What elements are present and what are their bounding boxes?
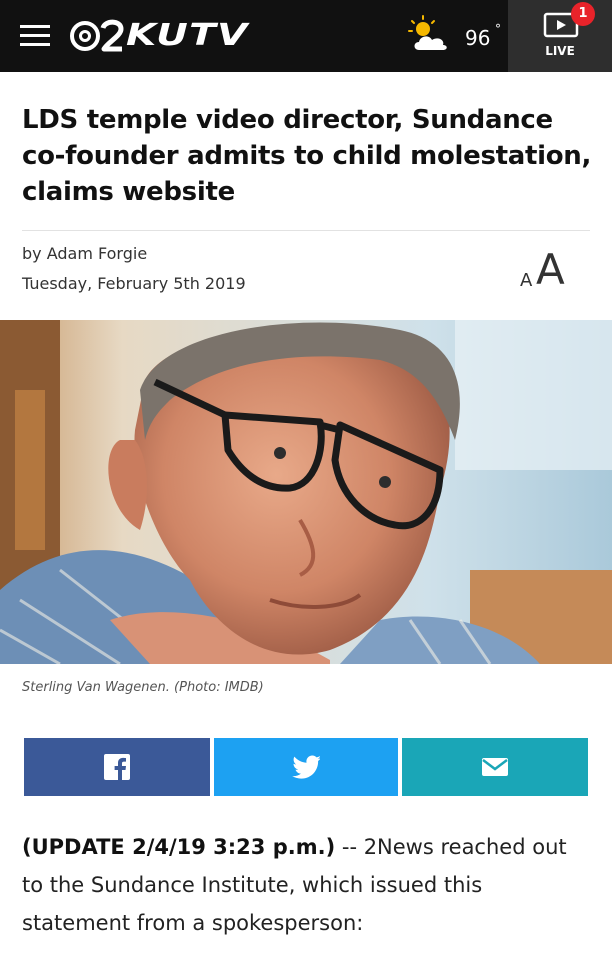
article-byline[interactable]: by Adam Forgie <box>22 244 147 263</box>
twitter-icon <box>292 755 320 779</box>
notification-badge: 1 <box>571 2 595 26</box>
update-label: (UPDATE 2/4/19 3:23 p.m.) <box>22 835 336 859</box>
partly-sunny-icon <box>408 15 447 50</box>
divider <box>22 230 590 231</box>
share-email-button[interactable] <box>402 738 588 796</box>
temperature-degree: ° <box>495 22 501 36</box>
article-headline: LDS temple video director, Sundance co-f… <box>22 105 592 207</box>
font-size-large-icon: A <box>536 245 565 294</box>
font-size-small-icon: A <box>520 270 533 291</box>
article-photo[interactable] <box>0 320 612 664</box>
facebook-icon <box>104 754 130 780</box>
email-icon <box>482 758 508 776</box>
portrait-image <box>0 320 612 664</box>
photo-caption: Sterling Van Wagenen. (Photo: IMDB) <box>22 680 264 695</box>
font-size-toggle[interactable]: A A <box>520 248 592 294</box>
site-header: KUTV 96 ° 1 LIVE <box>0 0 612 72</box>
logo-circle-icon <box>70 21 100 51</box>
hamburger-menu-icon[interactable] <box>20 25 50 47</box>
live-label: LIVE <box>545 44 575 58</box>
article-body-paragraph: (UPDATE 2/4/19 3:23 p.m.) -- 2News reach… <box>22 828 592 942</box>
weather-widget[interactable]: 96 ° <box>405 14 501 58</box>
share-facebook-button[interactable] <box>24 738 210 796</box>
live-button[interactable]: 1 LIVE <box>508 0 612 72</box>
temperature: 96 <box>465 26 491 50</box>
logo-text: KUTV <box>126 18 249 53</box>
site-logo[interactable]: KUTV <box>70 14 247 58</box>
article-date: Tuesday, February 5th 2019 <box>22 274 246 293</box>
logo-two-glyph <box>100 19 124 52</box>
share-twitter-button[interactable] <box>214 738 398 796</box>
